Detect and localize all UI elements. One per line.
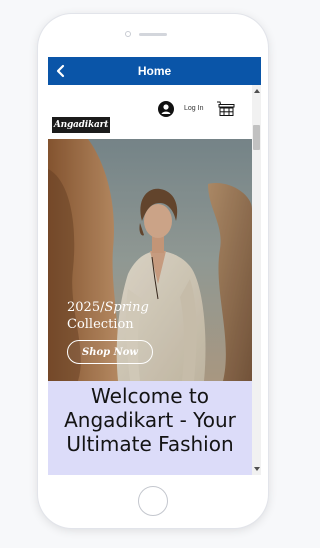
welcome-heading: Welcome to Angadikart - Your Ultimate Fa… (64, 384, 236, 456)
scrollbar[interactable] (252, 85, 261, 475)
welcome-section: Welcome to Angadikart - Your Ultimate Fa… (48, 381, 252, 475)
shop-now-button[interactable]: Shop Now (67, 340, 153, 364)
app-header: Home (48, 57, 261, 85)
header-title: Home (137, 64, 172, 78)
front-camera (125, 31, 131, 37)
hero-season: Spring (104, 300, 149, 315)
user-icon[interactable] (158, 101, 174, 117)
login-link[interactable]: Log In (184, 105, 203, 112)
home-button[interactable] (138, 486, 168, 516)
cart-icon[interactable] (216, 100, 236, 118)
hero-banner: 2025/Spring Collection Shop Now (48, 139, 252, 381)
hero-collection: Collection (67, 317, 134, 332)
back-chevron-icon[interactable] (54, 63, 68, 79)
hero-headline: 2025/Spring Collection (67, 299, 149, 333)
scroll-up-arrow-icon[interactable] (254, 89, 260, 93)
scroll-down-arrow-icon[interactable] (254, 467, 260, 471)
logo[interactable]: Angadikart (52, 117, 110, 133)
scroll-thumb[interactable] (253, 125, 260, 150)
page-content[interactable]: Angadikart Log In 2025/Spring Collection… (48, 85, 252, 475)
site-nav: Angadikart Log In (48, 85, 252, 139)
hero-year: 2025/ (67, 300, 105, 315)
device-screen: Home Angadikart Log In 2025/Spring Colle… (48, 57, 261, 475)
earpiece-speaker (139, 33, 167, 36)
